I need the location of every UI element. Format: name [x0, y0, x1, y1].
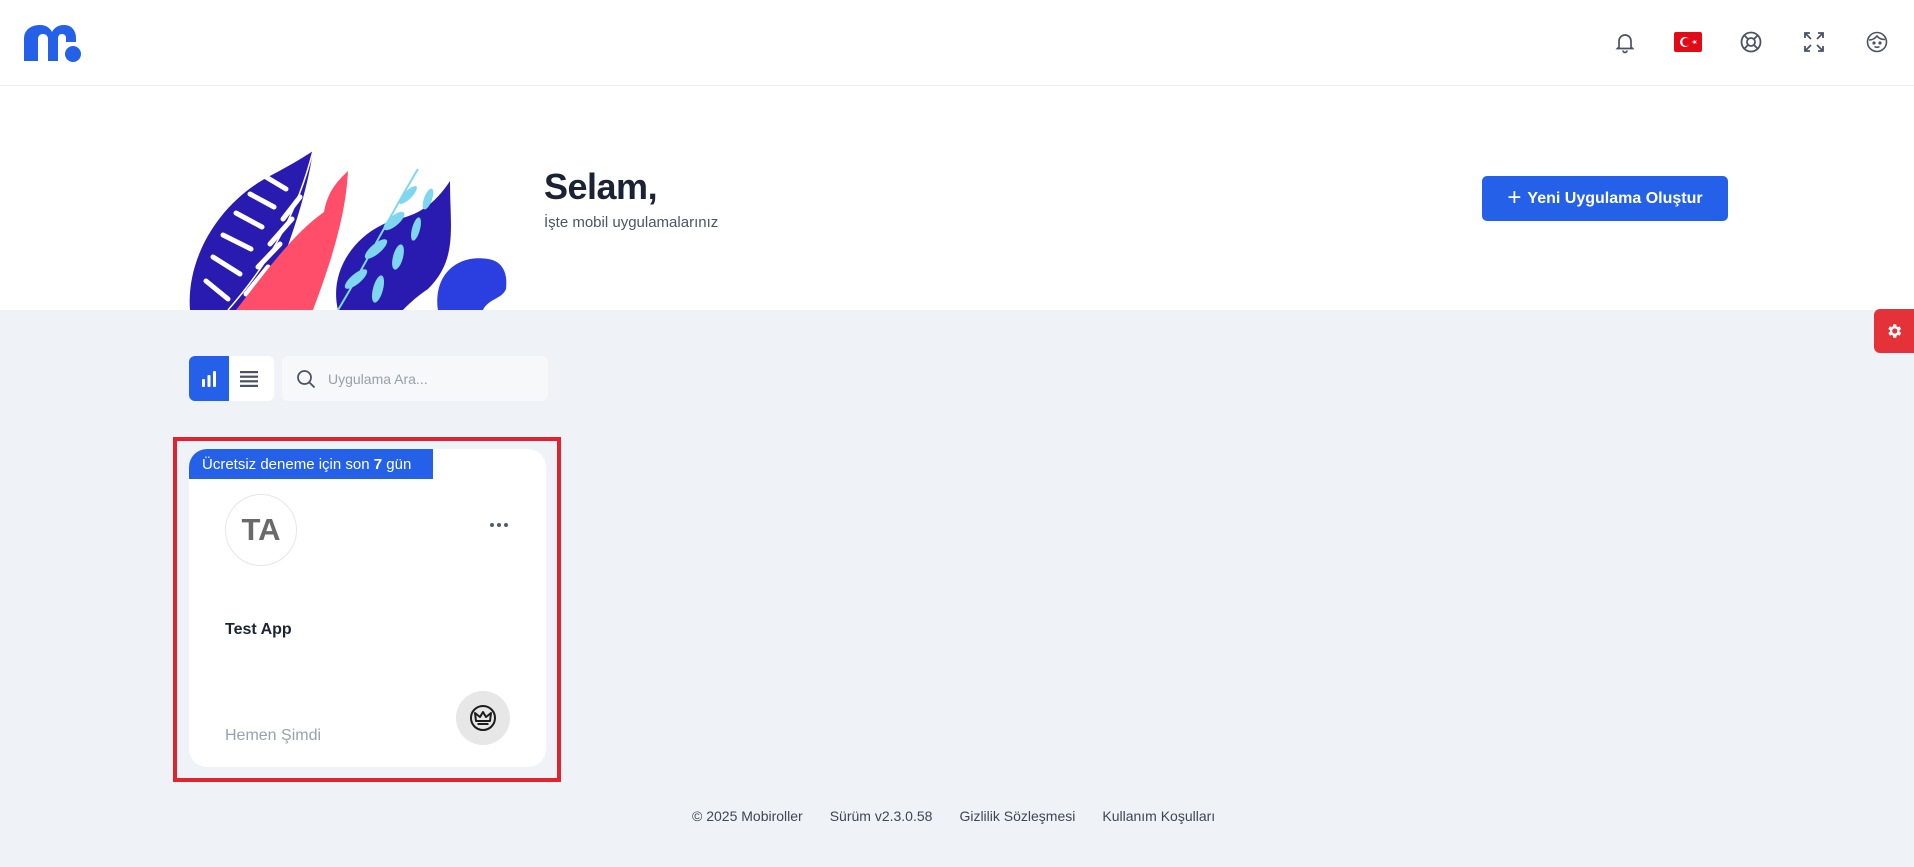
trial-badge-days: 7 — [373, 455, 383, 473]
app-avatar: TA — [225, 494, 297, 566]
copyright-text: © 2025 Mobiroller — [692, 808, 803, 824]
search-input[interactable] — [328, 370, 528, 387]
trial-badge-suffix: gün — [382, 455, 412, 473]
top-bar — [0, 0, 1914, 86]
grid-view-button[interactable] — [189, 356, 229, 401]
view-toggle — [189, 356, 274, 401]
hero-section: Selam, İşte mobil uygulamalarınız + Yeni… — [0, 86, 1914, 310]
page-subtitle: İşte mobil uygulamalarınız — [544, 214, 719, 231]
app-card[interactable]: Ücretsiz deneme için son 7 gün TA Test A… — [189, 449, 546, 767]
leaves-illustration — [189, 150, 507, 310]
trial-badge-prefix: Ücretsiz deneme için son — [202, 455, 374, 473]
version-text: Sürüm v2.3.0.58 — [829, 808, 933, 824]
app-name: Test App — [225, 621, 292, 638]
bar-chart-icon — [202, 370, 216, 387]
gear-icon — [1888, 324, 1902, 338]
app-action-link[interactable]: Hemen Şimdi — [225, 727, 321, 745]
mobiroller-logo[interactable] — [20, 21, 84, 63]
bell-icon[interactable] — [1610, 27, 1640, 57]
plus-icon: + — [1507, 183, 1522, 211]
list-view-button[interactable] — [229, 356, 269, 401]
search-icon — [297, 369, 316, 388]
new-app-button-label: Yeni Uygulama Oluştur — [1527, 189, 1703, 207]
settings-button[interactable] — [1874, 309, 1914, 353]
footer: © 2025 Mobiroller Sürüm v2.3.0.58 Gizlil… — [692, 808, 1215, 824]
new-app-button[interactable]: + Yeni Uygulama Oluştur — [1482, 176, 1728, 221]
privacy-link[interactable]: Gizlilik Sözleşmesi — [959, 808, 1075, 824]
list-icon — [240, 370, 258, 387]
terms-link[interactable]: Kullanım Koşulları — [1102, 808, 1215, 824]
crown-icon — [470, 705, 496, 731]
turkey-flag-icon[interactable] — [1673, 27, 1703, 57]
search-box — [282, 356, 548, 401]
more-options-icon[interactable] — [487, 519, 511, 531]
premium-button[interactable] — [456, 691, 510, 745]
user-face-icon[interactable] — [1862, 27, 1892, 57]
fullscreen-icon[interactable] — [1799, 27, 1829, 57]
page-greeting: Selam, — [544, 166, 658, 207]
app-toolbar — [189, 356, 548, 401]
trial-badge: Ücretsiz deneme için son 7 gün — [189, 449, 433, 479]
help-lifebuoy-icon[interactable] — [1736, 27, 1766, 57]
